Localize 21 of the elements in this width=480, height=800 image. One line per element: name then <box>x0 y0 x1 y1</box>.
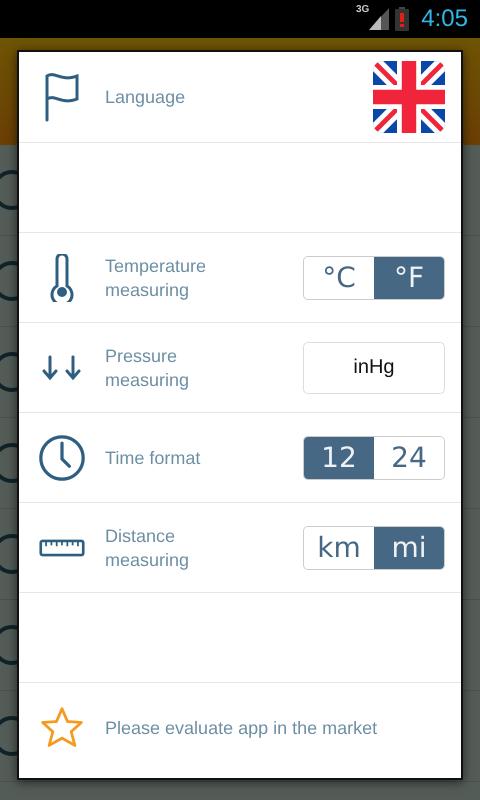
union-jack-icon <box>373 61 445 133</box>
setting-label: Pressure measuring <box>105 344 190 392</box>
thermometer-icon <box>50 254 74 302</box>
setting-label: Distance measuring <box>105 524 190 572</box>
segment-option[interactable]: °F <box>374 256 444 298</box>
signal-icon <box>369 8 390 30</box>
ruler-icon <box>39 538 85 558</box>
segment-option[interactable]: mi <box>374 526 444 568</box>
language-flag-button[interactable] <box>373 61 445 133</box>
segment-option[interactable]: 12 <box>304 436 374 478</box>
rate-app-link[interactable]: Please evaluate app in the market <box>105 716 378 740</box>
down-arrows-icon <box>41 354 83 380</box>
setting-label: Time format <box>105 446 200 470</box>
network-type: 3G <box>356 4 370 15</box>
flag-icon <box>44 72 80 122</box>
clock-icon <box>39 432 85 482</box>
setting-label: Language <box>105 86 186 109</box>
setting-label: Temperature measuring <box>105 254 208 302</box>
unit-button[interactable]: inHg <box>303 342 445 394</box>
battery-icon <box>395 7 410 31</box>
clock-time: 4:05 <box>421 5 468 33</box>
